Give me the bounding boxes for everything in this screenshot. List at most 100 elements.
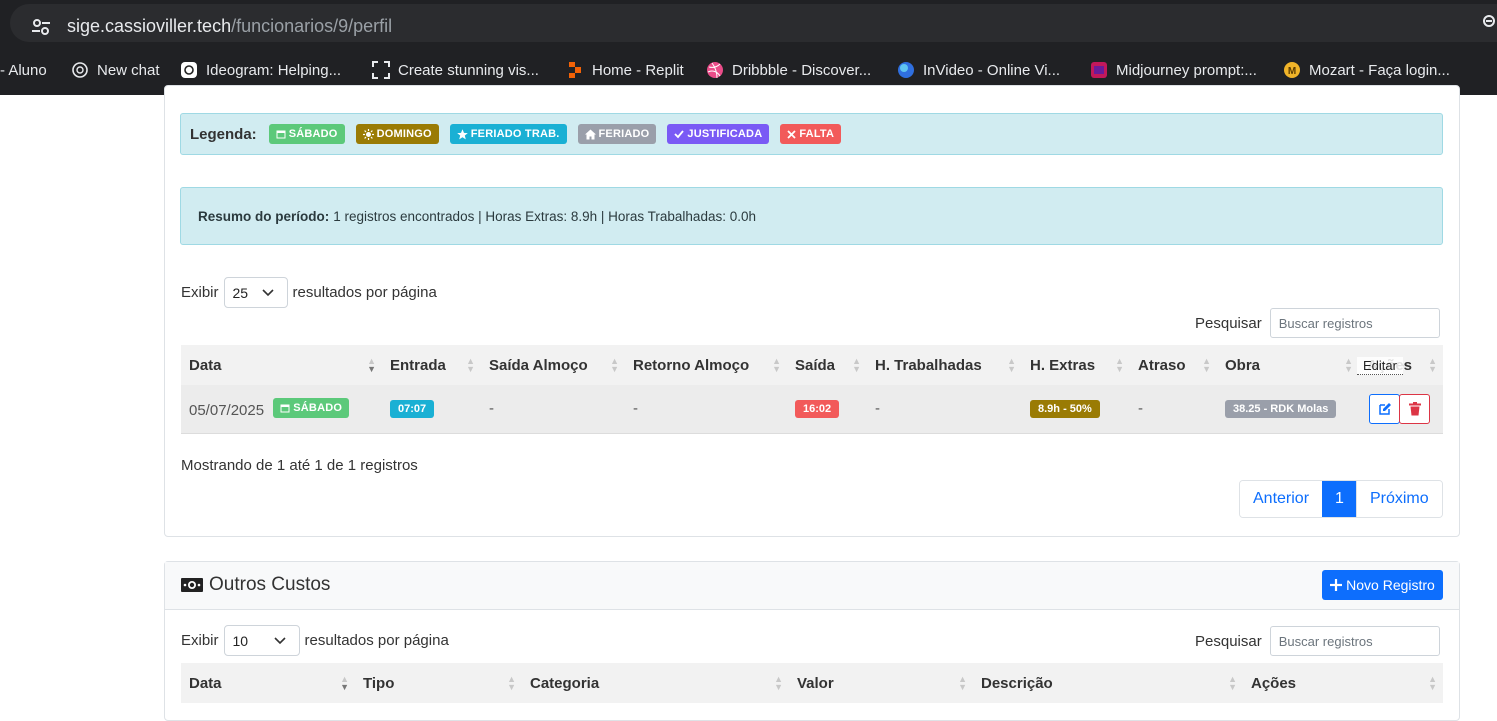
costs-search-input[interactable]: Buscar registros: [1269, 626, 1440, 656]
zoom-icon[interactable]: [1482, 14, 1497, 30]
header-label: Ações: [1251, 674, 1297, 692]
bookmark-label: New chat: [97, 61, 160, 79]
legend-box: Legenda: SÁBADO DOMINGO FERIADO TRAB. FE…: [180, 113, 1443, 155]
bookmark-label: InVideo - Online Vi...: [923, 61, 1061, 79]
bookmark-midjourney[interactable]: Midjourney prompt:...: [1090, 59, 1257, 81]
bookmark-label: Mozart - Faça login...: [1309, 61, 1450, 79]
bookmark-label: Midjourney prompt:...: [1116, 61, 1257, 79]
legend-badge-sabado: SÁBADO: [268, 124, 345, 144]
sort-icon: ▲ ▼: [774, 674, 783, 692]
costs-col-valor[interactable]: Valor ▲ ▼: [789, 663, 973, 703]
summary-label: Resumo do período:: [198, 208, 330, 224]
page-content: Legenda: SÁBADO DOMINGO FERIADO TRAB. FE…: [0, 85, 1497, 721]
costs-col-tipo[interactable]: Tipo ▲ ▼: [355, 663, 522, 703]
sort-icon: ▲ ▼: [852, 356, 861, 374]
costs-page-length-select[interactable]: 10: [223, 625, 300, 656]
legend-label: DOMINGO: [376, 128, 432, 140]
bookmark-mozart[interactable]: M Mozart - Faça login...: [1283, 59, 1450, 81]
search-input[interactable]: Buscar registros: [1269, 308, 1440, 338]
legend-title: Legenda:: [190, 125, 257, 143]
bookmark-aluno[interactable]: - Aluno: [0, 59, 47, 81]
costs-col-data[interactable]: Data ▲ ▼: [181, 663, 355, 703]
col-header-h-extras[interactable]: H. Extras ▲ ▼: [1022, 345, 1130, 385]
dribbble-icon: [707, 62, 723, 79]
col-header-data[interactable]: Data ▲ ▼: [181, 345, 382, 385]
cell-obra: 38.25 - RDK Molas: [1217, 385, 1359, 434]
sort-icon: ▲ ▼: [1115, 356, 1124, 374]
col-header-h-trabalhadas[interactable]: H. Trabalhadas ▲ ▼: [867, 345, 1022, 385]
page-length-select[interactable]: 25: [223, 277, 288, 308]
col-header-entrada[interactable]: Entrada ▲ ▼: [382, 345, 481, 385]
cell-h-trabalhadas: -: [867, 385, 1022, 434]
sort-icon: ▲ ▼: [1007, 356, 1016, 374]
cell-saida: 16:02: [787, 385, 867, 434]
header-label: Retorno Almoço: [633, 356, 750, 374]
header-label: Valor: [797, 674, 834, 692]
page-length-value: 10: [232, 632, 249, 649]
pagination-next[interactable]: Próximo: [1356, 481, 1442, 517]
address-bar[interactable]: sige.cassioviller.tech/funcionarios/9/pe…: [10, 4, 1497, 42]
calendar-icon: [280, 404, 290, 413]
header-label: Data: [189, 674, 222, 692]
site-settings-icon[interactable]: [30, 16, 52, 38]
svg-text:M: M: [1288, 66, 1296, 77]
ideogram-icon: [181, 62, 197, 78]
costs-col-categoria[interactable]: Categoria ▲ ▼: [522, 663, 789, 703]
retorno-almoco-value: -: [633, 400, 638, 418]
bookmark-ideogram[interactable]: Ideogram: Helping...: [180, 59, 341, 81]
bookmark-label: Ideogram: Helping...: [206, 61, 342, 79]
bookmark-label: - Aluno: [0, 61, 47, 79]
edit-icon: [1378, 402, 1391, 415]
legend-label: SÁBADO: [288, 128, 338, 140]
bookmark-replit[interactable]: Home - Replit: [566, 59, 684, 81]
pagination-page-1[interactable]: 1: [1322, 481, 1357, 517]
legend-label: FALTA: [799, 128, 835, 140]
legend-label: FERIADO TRAB.: [470, 128, 560, 140]
new-record-label: Novo Registro: [1346, 577, 1435, 593]
bookmark-new-chat[interactable]: New chat: [71, 59, 160, 81]
delete-button[interactable]: [1399, 393, 1430, 424]
col-header-obra[interactable]: Obra ▲ ▼: [1217, 345, 1359, 385]
legend-label: FERIADO: [598, 128, 650, 140]
costs-col-acoes[interactable]: Ações ▲ ▼: [1243, 663, 1443, 703]
star-icon: [456, 128, 468, 139]
sort-icon: ▲ ▼: [507, 674, 516, 692]
home-icon: [584, 129, 596, 139]
url-text[interactable]: sige.cassioviller.tech/funcionarios/9/pe…: [67, 16, 392, 37]
legend-badge-feriado-trab: FERIADO TRAB.: [449, 124, 567, 144]
header-label: H. Trabalhadas: [875, 356, 982, 374]
date-value: 05/07/2025: [189, 402, 265, 420]
cell-saida-almoco: -: [481, 385, 625, 434]
header-label: Data: [189, 356, 222, 374]
new-record-button[interactable]: Novo Registro: [1322, 570, 1443, 600]
summary-text: 1 registros encontrados | Horas Extras: …: [333, 208, 756, 224]
header-label: Obra: [1225, 356, 1261, 374]
cell-h-extras: 8.9h - 50%: [1022, 385, 1130, 434]
costs-col-descricao[interactable]: Descrição ▲ ▼: [973, 663, 1243, 703]
sort-icon: ▲ ▼: [367, 356, 376, 374]
legend-badge-justificada: JUSTIFICADA: [667, 124, 770, 144]
legend-badge-domingo: DOMINGO: [355, 124, 439, 144]
bookmark-create-stunning[interactable]: Create stunning vis...: [372, 59, 539, 81]
col-header-atraso[interactable]: Atraso ▲ ▼: [1130, 345, 1217, 385]
costs-table: Data ▲ ▼ Tipo ▲ ▼ Categoria ▲ ▼ Valor ▲ ▼ Descri…: [181, 663, 1443, 703]
col-header-retorno-almoco[interactable]: Retorno Almoço ▲ ▼: [625, 345, 787, 385]
bookmark-label: Create stunning vis...: [398, 61, 539, 79]
search-label: Pesquisar: [1195, 314, 1262, 332]
sort-icon: ▲ ▼: [1344, 356, 1353, 374]
saida-almoco-value: -: [489, 400, 494, 418]
legend-label: JUSTIFICADA: [687, 128, 763, 140]
sort-icon: ▲ ▼: [1202, 356, 1211, 374]
openai-icon: [72, 62, 88, 78]
other-costs-header: Outros Custos Novo Registro: [165, 562, 1459, 610]
bookmark-dribbble[interactable]: Dribbble - Discover...: [706, 59, 871, 81]
length-prefix: Exibir: [181, 284, 219, 301]
header-label: Atraso: [1138, 356, 1186, 374]
col-header-saida[interactable]: Saída ▲ ▼: [787, 345, 867, 385]
pagination-prev[interactable]: Anterior: [1240, 481, 1323, 517]
edit-button[interactable]: [1369, 393, 1400, 424]
col-header-saida-almoco[interactable]: Saída Almoço ▲ ▼: [481, 345, 625, 385]
header-label: H. Extras: [1030, 356, 1096, 374]
bookmark-invideo[interactable]: InVideo - Online Vi...: [897, 59, 1060, 81]
sort-icon: ▲ ▼: [1428, 356, 1437, 374]
